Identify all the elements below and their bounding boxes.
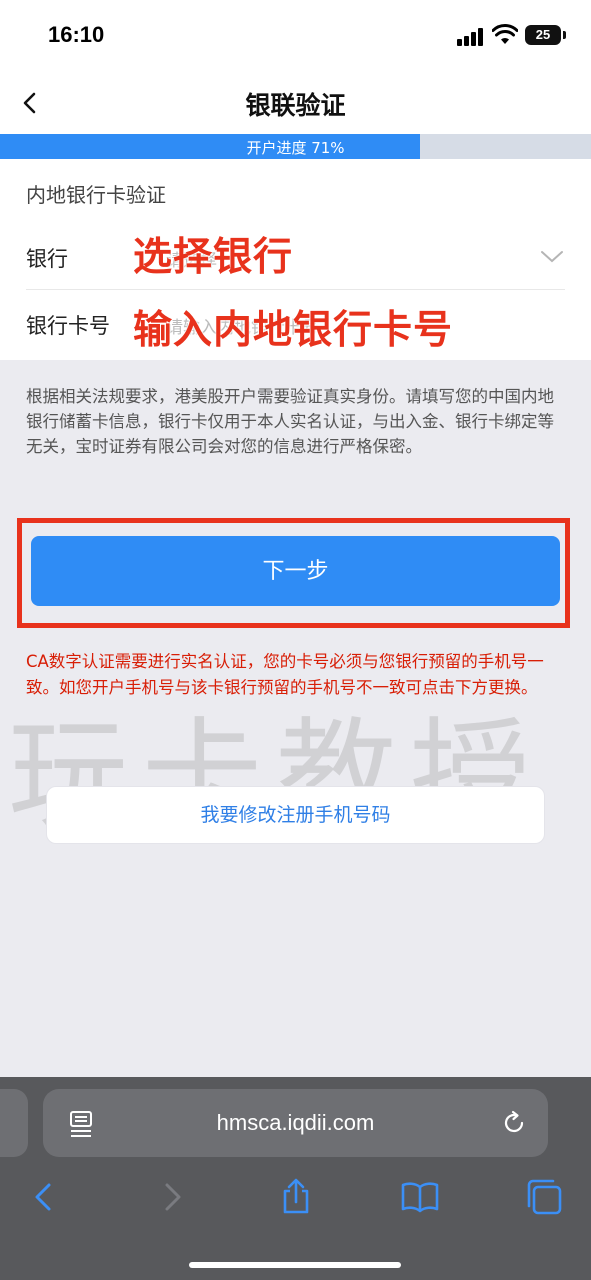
url-bar[interactable]: hmsca.iqdii.com [43, 1089, 548, 1157]
reload-icon[interactable] [500, 1108, 528, 1138]
next-step-button[interactable]: 下一步 [31, 536, 560, 606]
page-title: 银联验证 [245, 91, 346, 120]
privacy-notice: 根据相关法规要求，港美股开户需要验证真实身份。请填写您的中国内地银行储蓄卡信息，… [26, 387, 554, 456]
annotation-input-card: 输入内地银行卡号 [133, 308, 454, 353]
previous-tab-peek[interactable] [0, 1089, 28, 1157]
url-text[interactable]: hmsca.iqdii.com [43, 1110, 548, 1136]
card-number-label: 银行卡号 [26, 314, 110, 338]
browser-forward-icon[interactable] [152, 1177, 192, 1217]
status-bar: 16:10 25 [0, 0, 591, 72]
chevron-down-icon[interactable] [539, 246, 565, 266]
status-time: 16:10 [48, 22, 105, 47]
bookmarks-icon[interactable] [400, 1177, 440, 1217]
share-icon[interactable] [276, 1177, 316, 1217]
section-title: 内地银行卡验证 [26, 183, 166, 207]
browser-toolbar: hmsca.iqdii.com [0, 1077, 591, 1280]
annotation-select-bank: 选择银行 [133, 235, 294, 280]
progress-bar: 开户进度 71% [0, 134, 591, 159]
modify-phone-button[interactable]: 我要修改注册手机号码 [46, 786, 545, 844]
browser-back-icon[interactable] [24, 1177, 64, 1217]
cellular-signal-icon [457, 28, 485, 46]
bank-select-row[interactable]: 银行 请选择 [26, 224, 565, 290]
wifi-icon [492, 24, 518, 46]
home-indicator [189, 1262, 401, 1268]
bank-label: 银行 [26, 247, 68, 271]
nav-bar: 银联验证 [0, 72, 591, 134]
battery-icon: 25 [525, 25, 566, 45]
progress-label: 开户进度 71% [246, 139, 345, 157]
tabs-icon[interactable] [524, 1177, 564, 1217]
